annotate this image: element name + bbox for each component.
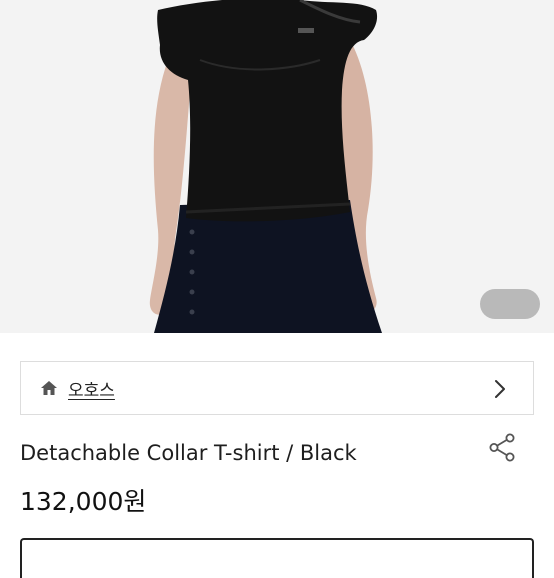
brand-name[interactable]: 오호스 (68, 376, 115, 401)
brand-link[interactable]: 오호스 (20, 361, 534, 415)
product-image[interactable] (0, 0, 554, 333)
home-icon (40, 379, 58, 397)
product-price: 132,000원 (20, 487, 147, 516)
product-title: Detachable Collar T-shirt / Black (20, 441, 357, 465)
chevron-right-icon[interactable] (493, 378, 507, 400)
product-photo-illustration (0, 0, 554, 333)
bottom-action-bar[interactable] (20, 538, 534, 578)
image-pager-indicator[interactable] (480, 289, 540, 319)
share-icon[interactable] (489, 433, 516, 462)
